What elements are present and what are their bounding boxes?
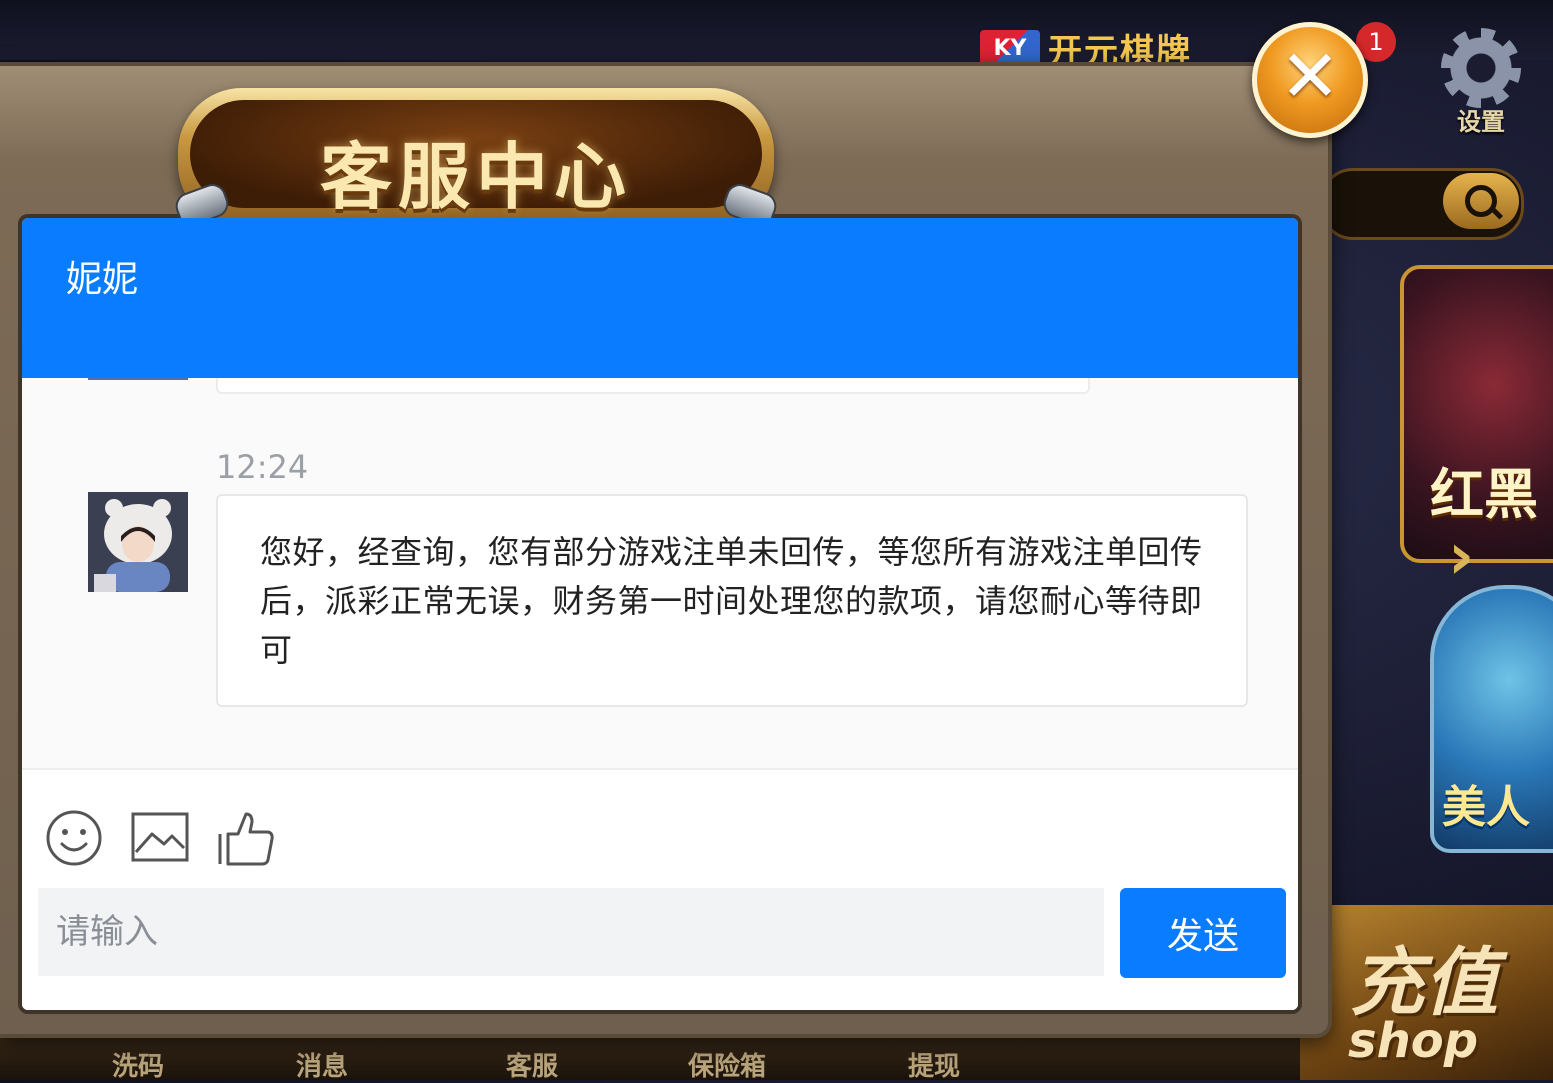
nav-item[interactable]: 消息 [296, 1046, 348, 1083]
settings-button[interactable]: 设置 [1436, 28, 1526, 138]
agent-name: 妮妮 [66, 259, 139, 300]
close-icon: ✕ [1279, 34, 1341, 118]
message-bubble [216, 378, 1090, 394]
shop-button[interactable]: 充值 shop [1300, 905, 1553, 1080]
agent-avatar [88, 492, 188, 592]
avatar [88, 378, 188, 380]
message-input[interactable] [38, 888, 1104, 976]
gear-icon [1441, 28, 1521, 108]
game-tile-label: 红黑 [1430, 463, 1538, 526]
thumbs-up-button[interactable] [216, 808, 276, 868]
search-icon[interactable] [1443, 173, 1519, 229]
chat-composer: 发送 [22, 768, 1298, 1010]
emoji-button[interactable] [44, 808, 104, 868]
message-time: 12:24 [216, 448, 309, 486]
dialog-title-plaque: 客服中心 [171, 88, 781, 230]
chevron-right-icon[interactable]: › [1448, 520, 1474, 594]
game-tile-meiren[interactable]: 美人 [1430, 585, 1553, 853]
game-tile-label: 美人 [1442, 782, 1530, 833]
avatar-image [88, 492, 188, 592]
game-tile-hongbai[interactable]: 红黑 [1400, 265, 1553, 563]
send-button[interactable]: 发送 [1120, 888, 1286, 978]
customer-service-dialog: 妮妮 12:24 您好，经查询，您有部分游戏注单未回传，等您所有游戏注单回传后，… [0, 62, 1332, 1038]
message-list[interactable]: 12:24 您好，经查询，您有部分游戏注单未回传，等您所有游戏注单回传后，派彩正… [22, 378, 1298, 768]
thumbs-up-icon [218, 812, 274, 866]
nav-item[interactable]: 客服 [506, 1046, 558, 1083]
image-icon [131, 812, 189, 862]
bottom-nav: 洗码 消息 客服 保险箱 提现 [0, 1036, 1300, 1083]
message-bubble: 您好，经查询，您有部分游戏注单未回传，等您所有游戏注单回传后，派彩正常无误，财务… [216, 494, 1248, 707]
nav-item[interactable]: 保险箱 [688, 1046, 766, 1083]
nav-item[interactable]: 提现 [908, 1046, 960, 1083]
dialog-title: 客服中心 [319, 135, 632, 219]
chat-widget: 妮妮 12:24 您好，经查询，您有部分游戏注单未回传，等您所有游戏注单回传后，… [18, 214, 1302, 1014]
image-upload-button[interactable] [130, 808, 190, 868]
chat-header: 妮妮 [22, 218, 1298, 378]
settings-label: 设置 [1457, 108, 1505, 136]
emoji-icon [46, 810, 102, 866]
logo-badge: KY [980, 30, 1040, 66]
close-button[interactable]: ✕ [1252, 22, 1368, 138]
nav-item[interactable]: 洗码 [112, 1046, 164, 1083]
lobby-search[interactable] [1320, 168, 1524, 240]
shop-subtitle: shop [1348, 1013, 1479, 1069]
